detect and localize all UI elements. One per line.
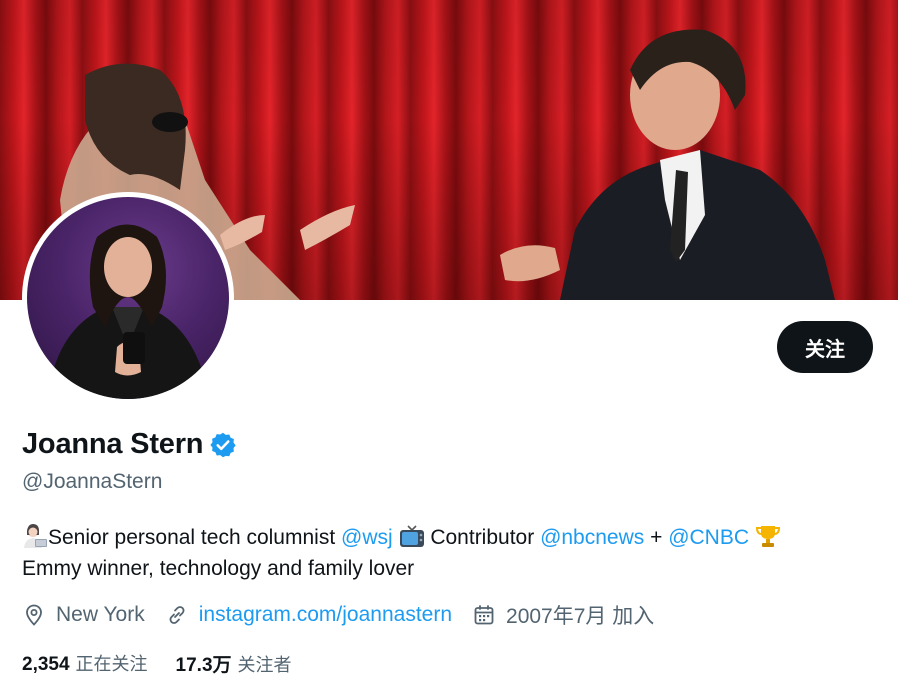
bio-line-1: Senior personal tech columnist @wsj Cont… [22, 522, 882, 553]
verified-badge-icon[interactable] [209, 431, 237, 459]
trophy-emoji-icon [755, 526, 780, 547]
following-stat[interactable]: 2,354 正在关注 [22, 650, 148, 677]
joined-text: 2007年7月 加入 [506, 605, 655, 628]
location-text: New York [56, 603, 145, 626]
bio-line-2: Emmy winner, technology and family lover [22, 557, 415, 580]
mention-wsj-link[interactable]: @wsj [341, 526, 393, 549]
followers-label: 关注者 [237, 655, 292, 676]
followers-stat[interactable]: 17.3万 关注者 [176, 650, 292, 677]
location-pin-icon [26, 604, 42, 626]
mention-cnbc-link[interactable]: @CNBC [668, 526, 749, 549]
handle: @JoannaStern [22, 470, 163, 493]
link-icon [169, 606, 185, 624]
mention-nbcnews-link[interactable]: @nbcnews [540, 526, 644, 549]
technologist-emoji-icon [24, 524, 47, 548]
bio-text-2: Contributor [424, 526, 541, 549]
avatar-photo [27, 197, 229, 399]
profile-meta: New York instagram.com/joannastern 2007年… [22, 600, 674, 630]
bio-text-1: Senior personal tech columnist [48, 526, 341, 549]
television-emoji-icon [399, 525, 424, 547]
avatar[interactable] [22, 192, 234, 404]
website-item: instagram.com/joannastern [165, 603, 452, 627]
name-row: Joanna Stern [22, 428, 237, 461]
follow-stats: 2,354 正在关注 17.3万 关注者 [22, 650, 320, 677]
bio: Senior personal tech columnist @wsj Cont… [22, 522, 882, 584]
follow-button[interactable]: 关注 [777, 321, 873, 373]
calendar-icon [474, 605, 494, 625]
following-count: 2,354 [22, 654, 70, 675]
followers-count: 17.3万 [175, 655, 232, 676]
joined-item: 2007年7月 加入 [472, 600, 654, 630]
display-name: Joanna Stern [22, 428, 204, 460]
website-link[interactable]: instagram.com/joannastern [199, 603, 452, 627]
following-label: 正在关注 [75, 654, 148, 675]
location-item: New York [22, 603, 145, 627]
bio-plus: + [644, 526, 669, 549]
